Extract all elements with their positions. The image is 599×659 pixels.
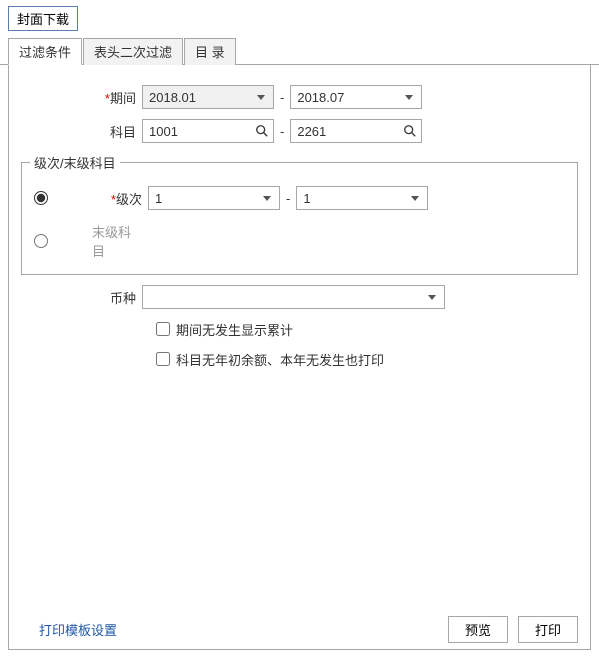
level-label: *级次 bbox=[58, 189, 148, 208]
currency-label: 币种 bbox=[17, 288, 142, 307]
subject-to-input[interactable]: 2261 bbox=[290, 119, 422, 143]
currency-row: 币种 bbox=[17, 285, 582, 309]
level-separator: - bbox=[286, 191, 290, 206]
no-occur-label: 期间无发生显示累计 bbox=[176, 320, 293, 339]
no-balance-row: 科目无年初余额、本年无发生也打印 bbox=[152, 349, 582, 369]
period-label: *期间 bbox=[17, 88, 142, 107]
cover-download-button[interactable]: 封面下载 bbox=[8, 6, 78, 31]
tab-contents[interactable]: 目 录 bbox=[184, 38, 236, 65]
period-separator: - bbox=[280, 90, 284, 105]
level-group-legend: 级次/末级科目 bbox=[30, 153, 120, 172]
footer: 打印模板设置 预览 打印 bbox=[9, 616, 590, 643]
level-from-value: 1 bbox=[155, 191, 162, 206]
no-occur-checkbox[interactable] bbox=[156, 322, 170, 336]
level-to-select[interactable]: 1 bbox=[296, 186, 428, 210]
print-template-link[interactable]: 打印模板设置 bbox=[39, 620, 117, 639]
subject-label: 科目 bbox=[17, 122, 142, 141]
tab-filter[interactable]: 过滤条件 bbox=[8, 38, 82, 65]
no-balance-label: 科目无年初余额、本年无发生也打印 bbox=[176, 350, 384, 369]
level-radio-row: *级次 1 - 1 bbox=[30, 186, 569, 210]
leaf-radio-row: 末级科目 bbox=[30, 222, 569, 260]
tab-header-filter[interactable]: 表头二次过滤 bbox=[83, 38, 183, 65]
currency-select[interactable] bbox=[142, 285, 445, 309]
no-occur-row: 期间无发生显示累计 bbox=[152, 319, 582, 339]
print-button[interactable]: 打印 bbox=[518, 616, 578, 643]
level-from-select[interactable]: 1 bbox=[148, 186, 280, 210]
leaf-label: 末级科目 bbox=[58, 222, 148, 260]
period-to-select[interactable]: 2018.07 bbox=[290, 85, 422, 109]
subject-from-input[interactable]: 1001 bbox=[142, 119, 274, 143]
subject-from-value: 1001 bbox=[149, 124, 178, 139]
subject-to-value: 2261 bbox=[297, 124, 326, 139]
leaf-radio[interactable] bbox=[34, 234, 48, 248]
period-from-value: 2018.01 bbox=[149, 90, 196, 105]
preview-button[interactable]: 预览 bbox=[448, 616, 508, 643]
level-to-value: 1 bbox=[303, 191, 310, 206]
level-group: 级次/末级科目 *级次 1 - 1 末级科目 bbox=[21, 153, 578, 275]
period-row: *期间 2018.01 - 2018.07 bbox=[17, 85, 582, 109]
tab-bar: 过滤条件 表头二次过滤 目 录 bbox=[0, 37, 599, 65]
subject-separator: - bbox=[280, 124, 284, 139]
subject-row: 科目 1001 - 2261 bbox=[17, 119, 582, 143]
period-from-select[interactable]: 2018.01 bbox=[142, 85, 274, 109]
period-to-value: 2018.07 bbox=[297, 90, 344, 105]
no-balance-checkbox[interactable] bbox=[156, 352, 170, 366]
search-icon[interactable] bbox=[403, 124, 417, 138]
level-radio[interactable] bbox=[34, 191, 48, 205]
filter-panel: *期间 2018.01 - 2018.07 科目 1001 - 2261 级次/… bbox=[8, 65, 591, 650]
search-icon[interactable] bbox=[255, 124, 269, 138]
